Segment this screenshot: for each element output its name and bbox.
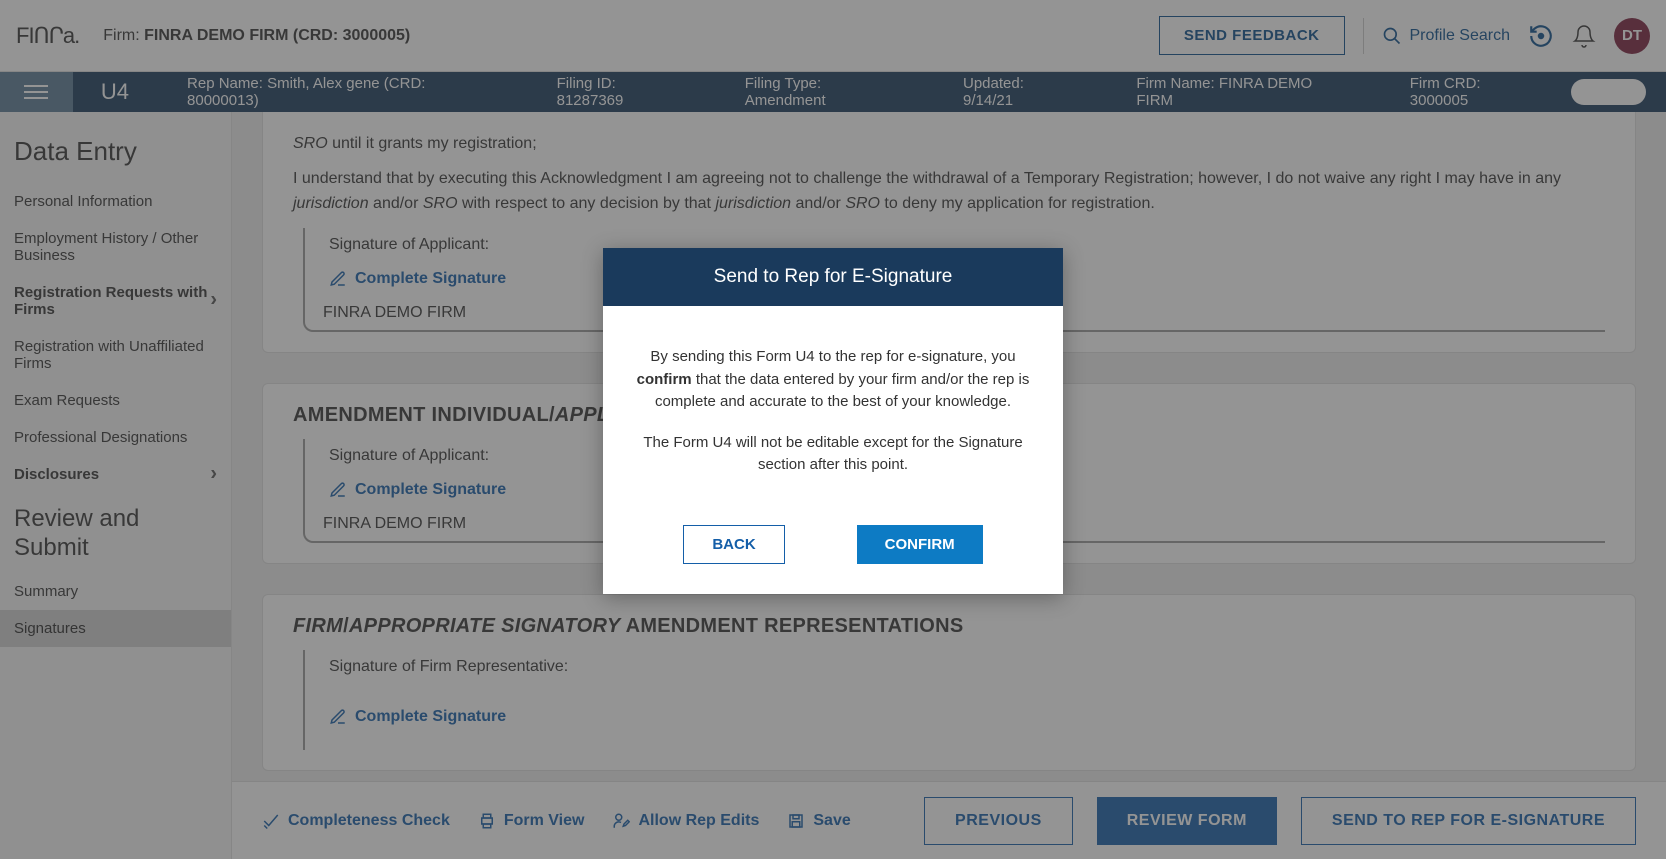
modal-para-2: The Form U4 will not be editable except … (635, 432, 1031, 477)
modal-para-1: By sending this Form U4 to the rep for e… (635, 346, 1031, 414)
modal-confirm-button[interactable]: CONFIRM (857, 525, 983, 564)
modal-body: By sending this Form U4 to the rep for e… (603, 306, 1063, 507)
modal-footer: BACK CONFIRM (603, 507, 1063, 594)
esignature-modal: Send to Rep for E-Signature By sending t… (603, 248, 1063, 594)
modal-title: Send to Rep for E-Signature (603, 248, 1063, 306)
modal-back-button[interactable]: BACK (683, 525, 784, 564)
modal-overlay[interactable]: Send to Rep for E-Signature By sending t… (0, 0, 1666, 859)
